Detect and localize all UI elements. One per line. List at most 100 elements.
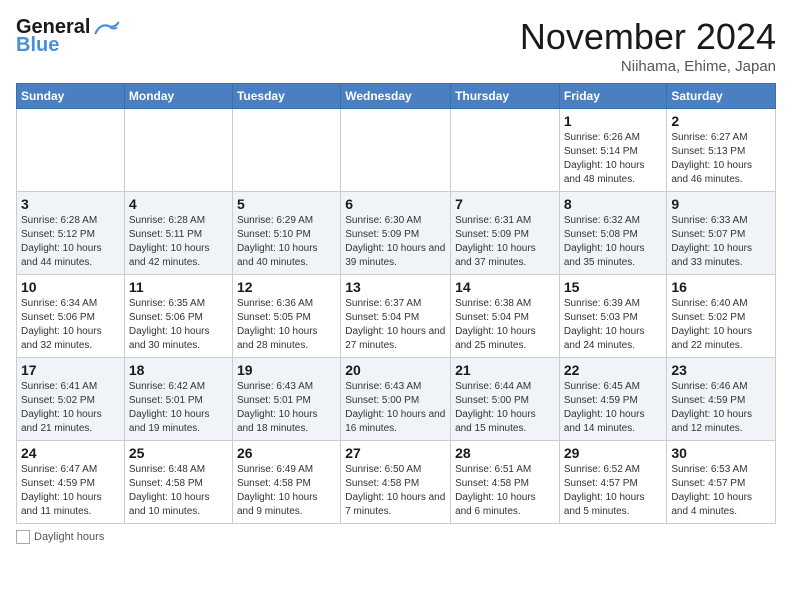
day-number: 17 [21,362,120,378]
day-info: Sunrise: 6:33 AM Sunset: 5:07 PM Dayligh… [671,214,771,270]
calendar-cell: 20Sunrise: 6:43 AM Sunset: 5:00 PM Dayli… [341,358,451,441]
day-number: 14 [455,279,555,295]
day-number: 19 [237,362,336,378]
daylight-label: Daylight hours [34,531,104,543]
calendar-cell: 17 Sunrise: 6:41 AM Sunset: 5:02 PM Dayli… [17,358,125,441]
calendar-cell: 24 Sunrise: 6:47 AM Sunset: 4:59 PM Dayli… [17,441,125,524]
day-number: 11 [129,279,228,295]
day-info: Sunrise: 6:26 AM Sunset: 5:14 PM Dayligh… [564,131,663,187]
day-info: Sunrise: 6:50 AM Sunset: 4:58 PM Dayligh… [345,463,446,519]
legend-box [16,530,30,544]
day-info: Sunrise: 6:29 AM Sunset: 5:10 PM Dayligh… [237,214,336,270]
calendar-cell [451,109,560,192]
day-info: Sunrise: 6:30 AM Sunset: 5:09 PM Dayligh… [345,214,446,270]
calendar-cell [341,109,451,192]
day-info: Sunrise: 6:46 AM Sunset: 4:59 PM Dayligh… [671,380,771,436]
calendar-cell: 27 Sunrise: 6:50 AM Sunset: 4:58 PM Dayli… [341,441,451,524]
day-number: 29 [564,445,663,461]
day-info: Sunrise: 6:42 AM Sunset: 5:01 PM Dayligh… [129,380,228,436]
day-info: Sunrise: 6:40 AM Sunset: 5:02 PM Dayligh… [671,297,771,353]
calendar-cell: 30Sunrise: 6:53 AM Sunset: 4:57 PM Dayli… [667,441,776,524]
day-number: 18 [129,362,228,378]
day-number: 22 [564,362,663,378]
calendar-cell: 28 Sunrise: 6:51 AM Sunset: 4:58 PM Dayli… [451,441,560,524]
day-info: Sunrise: 6:49 AM Sunset: 4:58 PM Dayligh… [237,463,336,519]
day-number: 28 [455,445,555,461]
day-number: 26 [237,445,336,461]
calendar-cell: 9 Sunrise: 6:33 AM Sunset: 5:07 PM Daylig… [667,192,776,275]
calendar-cell: 15 Sunrise: 6:39 AM Sunset: 5:03 PM Dayli… [559,275,667,358]
calendar-cell: 11 Sunrise: 6:35 AM Sunset: 5:06 PM Dayli… [124,275,232,358]
day-info: Sunrise: 6:35 AM Sunset: 5:06 PM Dayligh… [129,297,228,353]
weekday-header: Monday [124,84,232,109]
calendar-cell: 5 Sunrise: 6:29 AM Sunset: 5:10 PM Daylig… [232,192,340,275]
logo-bird-icon [92,19,120,37]
calendar-cell: 4Sunrise: 6:28 AM Sunset: 5:11 PM Daylig… [124,192,232,275]
day-number: 5 [237,196,336,212]
day-info: Sunrise: 6:44 AM Sunset: 5:00 PM Dayligh… [455,380,555,436]
day-number: 10 [21,279,120,295]
day-info: Sunrise: 6:51 AM Sunset: 4:58 PM Dayligh… [455,463,555,519]
calendar-week-row: 3 Sunrise: 6:28 AM Sunset: 5:12 PM Daylig… [17,192,776,275]
day-number: 7 [455,196,555,212]
day-number: 9 [671,196,771,212]
weekday-header-row: SundayMondayTuesdayWednesdayThursdayFrid… [17,84,776,109]
day-info: Sunrise: 6:34 AM Sunset: 5:06 PM Dayligh… [21,297,120,353]
day-number: 3 [21,196,120,212]
day-number: 2 [671,113,771,129]
day-info: Sunrise: 6:45 AM Sunset: 4:59 PM Dayligh… [564,380,663,436]
day-info: Sunrise: 6:27 AM Sunset: 5:13 PM Dayligh… [671,131,771,187]
header: General Blue November 2024 Niihama, Ehim… [16,16,776,75]
day-info: Sunrise: 6:31 AM Sunset: 5:09 PM Dayligh… [455,214,555,270]
day-number: 13 [345,279,446,295]
day-number: 24 [21,445,120,461]
day-info: Sunrise: 6:41 AM Sunset: 5:02 PM Dayligh… [21,380,120,436]
logo: General Blue [16,16,120,56]
calendar-cell: 13 Sunrise: 6:37 AM Sunset: 5:04 PM Dayli… [341,275,451,358]
day-info: Sunrise: 6:43 AM Sunset: 5:00 PM Dayligh… [345,380,446,436]
day-info: Sunrise: 6:43 AM Sunset: 5:01 PM Dayligh… [237,380,336,436]
calendar-cell: 12Sunrise: 6:36 AM Sunset: 5:05 PM Dayli… [232,275,340,358]
calendar-cell: 16Sunrise: 6:40 AM Sunset: 5:02 PM Dayli… [667,275,776,358]
calendar-cell: 29 Sunrise: 6:52 AM Sunset: 4:57 PM Dayli… [559,441,667,524]
calendar-cell: 10 Sunrise: 6:34 AM Sunset: 5:06 PM Dayli… [17,275,125,358]
calendar-cell: 2 Sunrise: 6:27 AM Sunset: 5:13 PM Daylig… [667,109,776,192]
calendar-cell [232,109,340,192]
calendar-cell: 8 Sunrise: 6:32 AM Sunset: 5:08 PM Daylig… [559,192,667,275]
day-info: Sunrise: 6:37 AM Sunset: 5:04 PM Dayligh… [345,297,446,353]
title-block: November 2024 Niihama, Ehime, Japan [520,16,776,75]
day-number: 27 [345,445,446,461]
day-number: 23 [671,362,771,378]
calendar-cell: 26 Sunrise: 6:49 AM Sunset: 4:58 PM Dayli… [232,441,340,524]
page: General Blue November 2024 Niihama, Ehim… [0,0,792,560]
weekday-header: Thursday [451,84,560,109]
day-info: Sunrise: 6:47 AM Sunset: 4:59 PM Dayligh… [21,463,120,519]
calendar-table: SundayMondayTuesdayWednesdayThursdayFrid… [16,83,776,524]
day-info: Sunrise: 6:52 AM Sunset: 4:57 PM Dayligh… [564,463,663,519]
calendar-cell: 19 Sunrise: 6:43 AM Sunset: 5:01 PM Dayli… [232,358,340,441]
calendar-cell: 1 Sunrise: 6:26 AM Sunset: 5:14 PM Daylig… [559,109,667,192]
weekday-header: Wednesday [341,84,451,109]
day-number: 15 [564,279,663,295]
calendar-cell: 7 Sunrise: 6:31 AM Sunset: 5:09 PM Daylig… [451,192,560,275]
calendar-week-row: 1 Sunrise: 6:26 AM Sunset: 5:14 PM Daylig… [17,109,776,192]
day-info: Sunrise: 6:32 AM Sunset: 5:08 PM Dayligh… [564,214,663,270]
calendar-cell: 3 Sunrise: 6:28 AM Sunset: 5:12 PM Daylig… [17,192,125,275]
daylight-legend: Daylight hours [16,530,104,544]
day-info: Sunrise: 6:28 AM Sunset: 5:12 PM Dayligh… [21,214,120,270]
day-info: Sunrise: 6:39 AM Sunset: 5:03 PM Dayligh… [564,297,663,353]
calendar-cell: 21Sunrise: 6:44 AM Sunset: 5:00 PM Dayli… [451,358,560,441]
calendar-cell [17,109,125,192]
calendar-cell: 22 Sunrise: 6:45 AM Sunset: 4:59 PM Dayli… [559,358,667,441]
weekday-header: Friday [559,84,667,109]
day-info: Sunrise: 6:48 AM Sunset: 4:58 PM Dayligh… [129,463,228,519]
weekday-header: Tuesday [232,84,340,109]
day-number: 8 [564,196,663,212]
day-info: Sunrise: 6:53 AM Sunset: 4:57 PM Dayligh… [671,463,771,519]
day-number: 1 [564,113,663,129]
calendar-week-row: 10 Sunrise: 6:34 AM Sunset: 5:06 PM Dayli… [17,275,776,358]
day-number: 6 [345,196,446,212]
day-info: Sunrise: 6:38 AM Sunset: 5:04 PM Dayligh… [455,297,555,353]
calendar-cell: 14 Sunrise: 6:38 AM Sunset: 5:04 PM Dayli… [451,275,560,358]
month-title: November 2024 [520,16,776,58]
